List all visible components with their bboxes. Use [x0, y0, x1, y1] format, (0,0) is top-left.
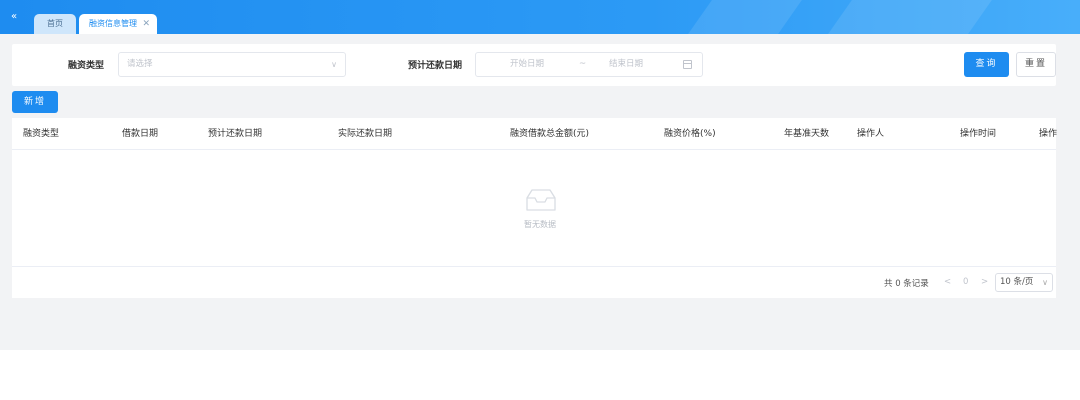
tab-bar: « 首页 融资信息管理 ✕ [0, 0, 1080, 34]
page-size-select[interactable]: 10 条/页 ∨ [995, 273, 1053, 292]
close-icon[interactable]: ✕ [142, 14, 150, 34]
tab-financing-info-label: 融资信息管理 [89, 19, 137, 28]
end-date-placeholder: 结束日期 [609, 59, 644, 69]
next-page-button[interactable]: > [981, 277, 988, 287]
range-separator: ~ [579, 59, 587, 69]
empty-inbox-icon [526, 189, 556, 211]
repay-date-range-picker[interactable]: 开始日期 ~ 结束日期 [475, 52, 703, 77]
page-size-value: 10 条/页 [1000, 277, 1034, 287]
chevron-down-icon: ∨ [1042, 278, 1048, 287]
financing-type-placeholder: 请选择 [127, 59, 153, 69]
current-page-number[interactable]: 0 [963, 277, 968, 287]
expected-repay-date-label: 预计还款日期 [408, 61, 463, 71]
financing-type-select[interactable]: 请选择 ∨ [118, 52, 346, 77]
tabbar-decoration [688, 0, 802, 34]
app-root: « 首页 融资信息管理 ✕ 融资类型 请选择 ∨ 预计还款日期 开始日期 ~ 结… [0, 0, 1080, 350]
column-header: 预计还款日期 [208, 129, 263, 139]
collapse-sidebar-icon[interactable]: « [6, 8, 22, 26]
query-button[interactable]: 查询 [964, 52, 1009, 77]
chevron-down-icon: ∨ [331, 60, 337, 69]
tab-financing-info[interactable]: 融资信息管理 ✕ [79, 14, 157, 34]
tabbar-decoration [828, 0, 992, 34]
pagination-divider [12, 266, 1056, 267]
table-header: 融资类型 借款日期 预计还款日期 实际还款日期 融资借款总金额(元) 融资价格(… [12, 118, 1058, 150]
add-button[interactable]: 新增 [12, 91, 58, 113]
prev-page-button[interactable]: < [944, 277, 951, 287]
column-header: 操作人 [857, 129, 885, 139]
column-header: 借款日期 [122, 129, 159, 139]
filter-panel: 融资类型 请选择 ∨ 预计还款日期 开始日期 ~ 结束日期 查询 重置 [12, 44, 1056, 86]
column-header: 融资借款总金额(元) [510, 129, 590, 139]
empty-state-text: 暂无数据 [524, 220, 556, 229]
tab-home[interactable]: 首页 [34, 14, 76, 34]
start-date-placeholder: 开始日期 [510, 59, 545, 69]
column-header: 实际还款日期 [338, 129, 393, 139]
column-header: 融资价格(%) [664, 129, 716, 139]
column-header: 操作时间 [960, 129, 997, 139]
column-header: 融资类型 [23, 129, 60, 139]
calendar-icon [683, 60, 692, 69]
column-header: 年基准天数 [784, 129, 830, 139]
column-header: 操作 [1039, 129, 1058, 139]
financing-type-label: 融资类型 [68, 61, 105, 71]
pagination-total: 共 0 条记录 [884, 279, 929, 289]
reset-button[interactable]: 重置 [1016, 52, 1056, 77]
data-table: 融资类型 借款日期 预计还款日期 实际还款日期 融资借款总金额(元) 融资价格(… [12, 118, 1058, 298]
